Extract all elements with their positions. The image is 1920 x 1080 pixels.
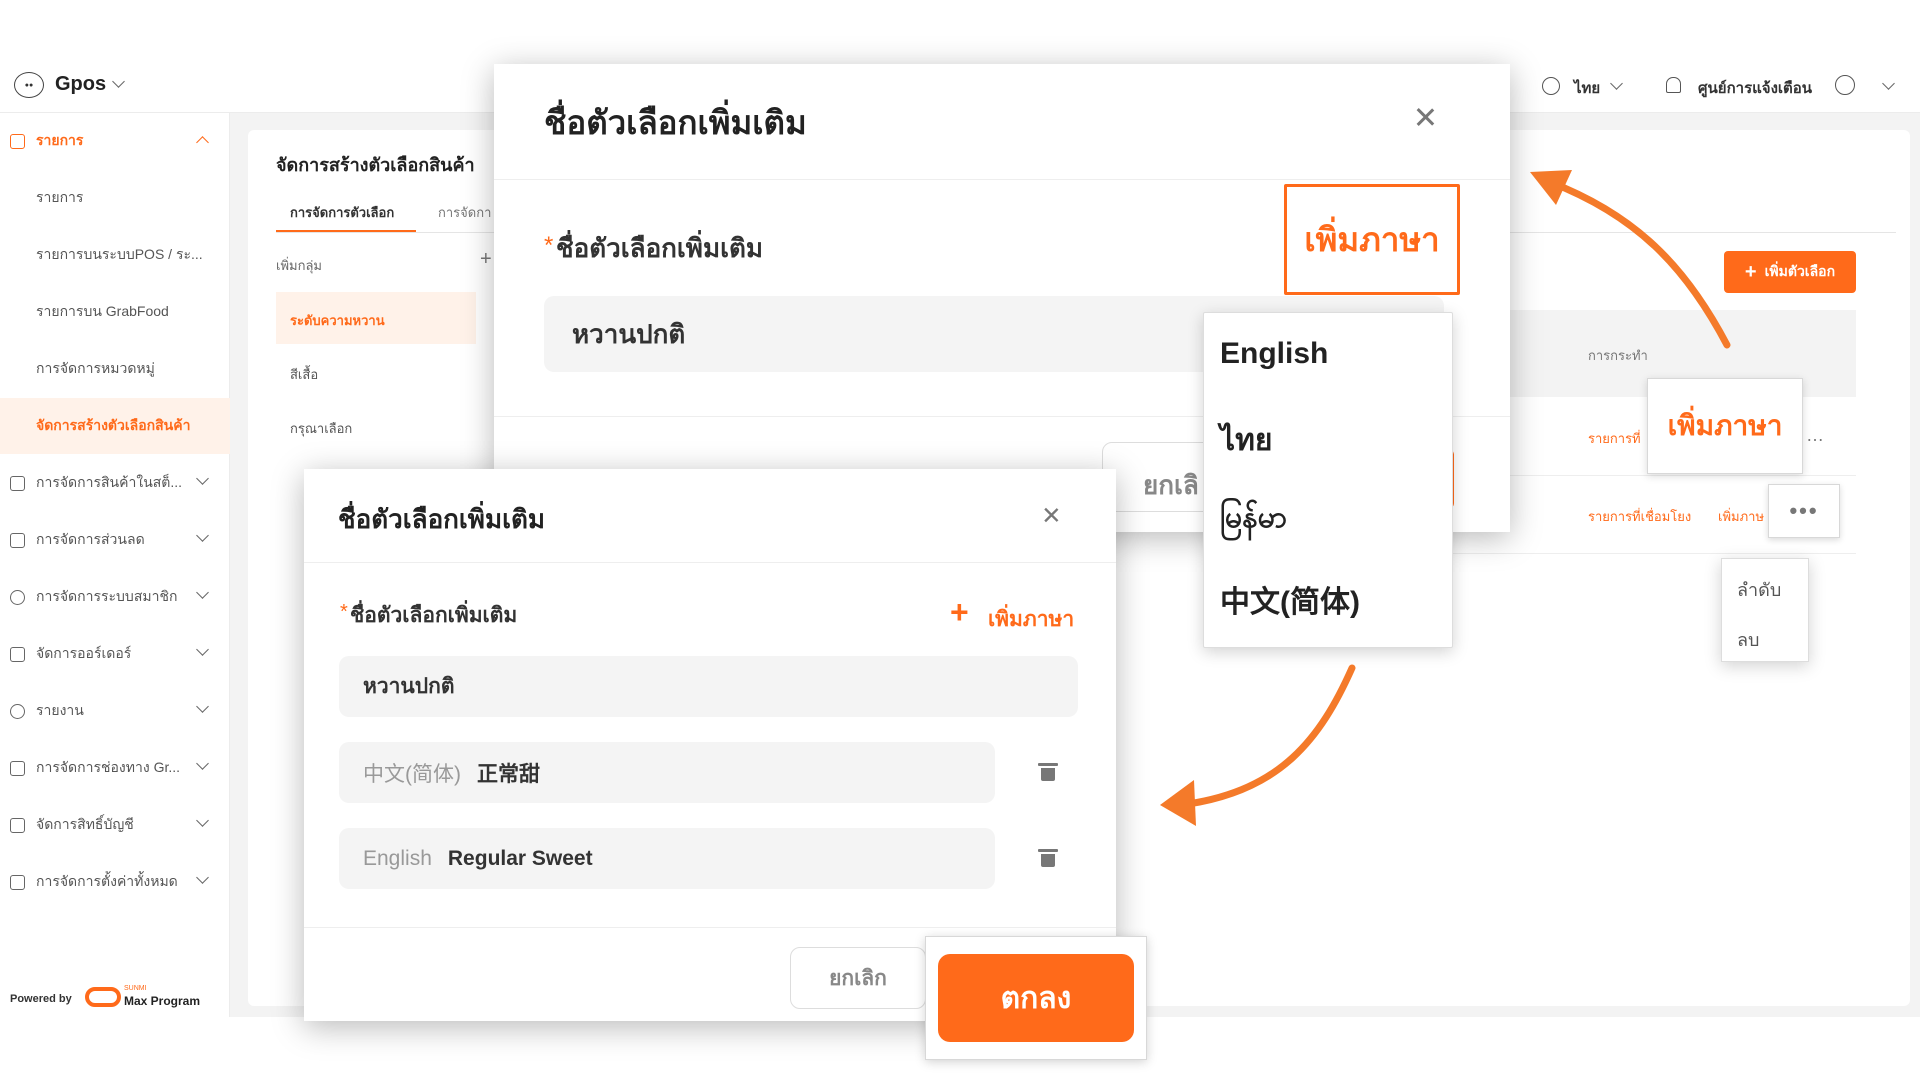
annotation-arrows (1160, 170, 1731, 826)
arrow-to-add-language (1546, 178, 1731, 349)
arrow-to-front-modal (1184, 664, 1356, 808)
arrowhead-icon (1160, 780, 1196, 826)
